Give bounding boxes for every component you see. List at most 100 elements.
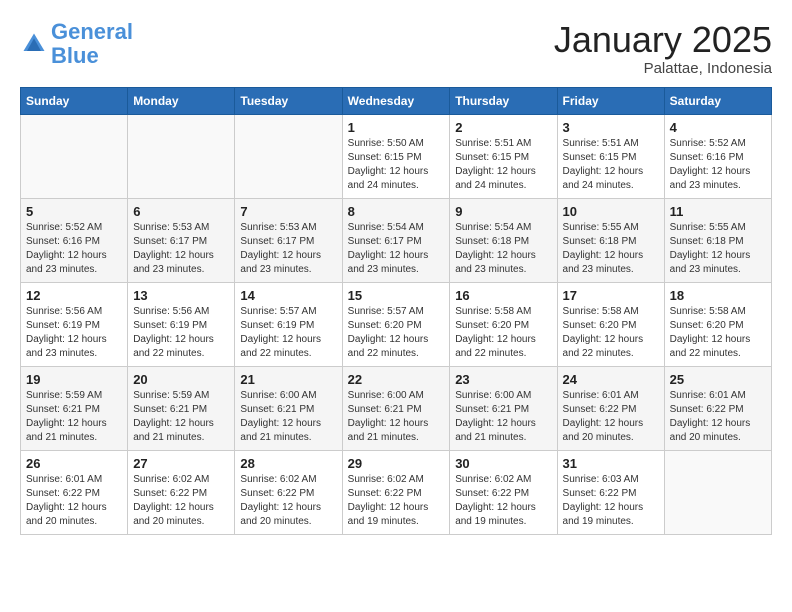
calendar-cell: 1 Sunrise: 5:50 AM Sunset: 6:15 PM Daylig… xyxy=(342,114,450,198)
day-number: 23 xyxy=(455,372,551,387)
day-number: 12 xyxy=(26,288,122,303)
day-number: 13 xyxy=(133,288,229,303)
day-info: Sunrise: 6:02 AM Sunset: 6:22 PM Dayligh… xyxy=(240,473,336,529)
day-number: 7 xyxy=(240,204,336,219)
logo-icon xyxy=(20,30,48,58)
day-info: Sunrise: 6:00 AM Sunset: 6:21 PM Dayligh… xyxy=(240,389,336,445)
logo-text: General Blue xyxy=(51,20,133,68)
calendar-cell: 9 Sunrise: 5:54 AM Sunset: 6:18 PM Daylig… xyxy=(450,198,557,282)
day-info: Sunrise: 6:01 AM Sunset: 6:22 PM Dayligh… xyxy=(670,389,766,445)
calendar-cell: 7 Sunrise: 5:53 AM Sunset: 6:17 PM Daylig… xyxy=(235,198,342,282)
day-number: 15 xyxy=(348,288,445,303)
day-number: 22 xyxy=(348,372,445,387)
day-number: 8 xyxy=(348,204,445,219)
calendar-cell: 24Sunrise: 6:01 AM Sunset: 6:22 PM Dayli… xyxy=(557,366,664,450)
calendar-cell: 28Sunrise: 6:02 AM Sunset: 6:22 PM Dayli… xyxy=(235,450,342,534)
day-number: 16 xyxy=(455,288,551,303)
day-info: Sunrise: 5:58 AM Sunset: 6:20 PM Dayligh… xyxy=(563,305,659,361)
day-number: 18 xyxy=(670,288,766,303)
calendar-cell: 16 Sunrise: 5:58 AM Sunset: 6:20 PM Dayli… xyxy=(450,282,557,366)
weekday-header-thursday: Thursday xyxy=(450,87,557,114)
day-number: 17 xyxy=(563,288,659,303)
calendar-cell: 3Sunrise: 5:51 AM Sunset: 6:15 PM Daylig… xyxy=(557,114,664,198)
day-info: Sunrise: 5:54 AM Sunset: 6:18 PM Dayligh… xyxy=(455,221,551,277)
day-info: Sunrise: 5:50 AM Sunset: 6:15 PM Dayligh… xyxy=(348,137,445,193)
day-info: Sunrise: 5:51 AM Sunset: 6:15 PM Dayligh… xyxy=(563,137,659,193)
calendar-cell: 21 Sunrise: 6:00 AM Sunset: 6:21 PM Dayli… xyxy=(235,366,342,450)
day-number: 11 xyxy=(670,204,766,219)
calendar-body: 1 Sunrise: 5:50 AM Sunset: 6:15 PM Daylig… xyxy=(21,114,772,534)
day-info: Sunrise: 5:56 AM Sunset: 6:19 PM Dayligh… xyxy=(133,305,229,361)
day-info: Sunrise: 5:53 AM Sunset: 6:17 PM Dayligh… xyxy=(133,221,229,277)
logo-general: General xyxy=(51,19,133,44)
calendar-cell: 14 Sunrise: 5:57 AM Sunset: 6:19 PM Dayli… xyxy=(235,282,342,366)
day-info: Sunrise: 5:55 AM Sunset: 6:18 PM Dayligh… xyxy=(670,221,766,277)
weekday-header-wednesday: Wednesday xyxy=(342,87,450,114)
day-info: Sunrise: 5:52 AM Sunset: 6:16 PM Dayligh… xyxy=(26,221,122,277)
day-info: Sunrise: 6:02 AM Sunset: 6:22 PM Dayligh… xyxy=(455,473,551,529)
calendar-cell: 6 Sunrise: 5:53 AM Sunset: 6:17 PM Daylig… xyxy=(128,198,235,282)
logo-blue: Blue xyxy=(51,43,99,68)
calendar-cell xyxy=(235,114,342,198)
day-number: 24 xyxy=(563,372,659,387)
day-info: Sunrise: 5:58 AM Sunset: 6:20 PM Dayligh… xyxy=(455,305,551,361)
day-number: 4 xyxy=(670,120,766,135)
day-number: 27 xyxy=(133,456,229,471)
calendar-cell: 29Sunrise: 6:02 AM Sunset: 6:22 PM Dayli… xyxy=(342,450,450,534)
calendar-cell: 17 Sunrise: 5:58 AM Sunset: 6:20 PM Dayli… xyxy=(557,282,664,366)
day-number: 2 xyxy=(455,120,551,135)
day-info: Sunrise: 5:57 AM Sunset: 6:19 PM Dayligh… xyxy=(240,305,336,361)
day-info: Sunrise: 6:01 AM Sunset: 6:22 PM Dayligh… xyxy=(26,473,122,529)
day-number: 29 xyxy=(348,456,445,471)
day-info: Sunrise: 5:59 AM Sunset: 6:21 PM Dayligh… xyxy=(133,389,229,445)
calendar-cell: 4 Sunrise: 5:52 AM Sunset: 6:16 PM Daylig… xyxy=(664,114,771,198)
calendar-cell: 25Sunrise: 6:01 AM Sunset: 6:22 PM Dayli… xyxy=(664,366,771,450)
calendar-title: January 2025 xyxy=(554,20,772,60)
weekday-header-friday: Friday xyxy=(557,87,664,114)
calendar-cell: 18Sunrise: 5:58 AM Sunset: 6:20 PM Dayli… xyxy=(664,282,771,366)
day-info: Sunrise: 5:57 AM Sunset: 6:20 PM Dayligh… xyxy=(348,305,445,361)
day-number: 6 xyxy=(133,204,229,219)
day-number: 14 xyxy=(240,288,336,303)
calendar-week-5: 26Sunrise: 6:01 AM Sunset: 6:22 PM Dayli… xyxy=(21,450,772,534)
weekday-header-sunday: Sunday xyxy=(21,87,128,114)
calendar-table: SundayMondayTuesdayWednesdayThursdayFrid… xyxy=(20,87,772,535)
day-info: Sunrise: 5:52 AM Sunset: 6:16 PM Dayligh… xyxy=(670,137,766,193)
calendar-cell: 19 Sunrise: 5:59 AM Sunset: 6:21 PM Dayli… xyxy=(21,366,128,450)
weekday-header-row: SundayMondayTuesdayWednesdayThursdayFrid… xyxy=(21,87,772,114)
day-info: Sunrise: 5:51 AM Sunset: 6:15 PM Dayligh… xyxy=(455,137,551,193)
calendar-cell: 11 Sunrise: 5:55 AM Sunset: 6:18 PM Dayli… xyxy=(664,198,771,282)
day-info: Sunrise: 6:00 AM Sunset: 6:21 PM Dayligh… xyxy=(348,389,445,445)
calendar-cell: 15 Sunrise: 5:57 AM Sunset: 6:20 PM Dayli… xyxy=(342,282,450,366)
calendar-week-3: 12 Sunrise: 5:56 AM Sunset: 6:19 PM Dayli… xyxy=(21,282,772,366)
calendar-cell: 20Sunrise: 5:59 AM Sunset: 6:21 PM Dayli… xyxy=(128,366,235,450)
day-info: Sunrise: 5:54 AM Sunset: 6:17 PM Dayligh… xyxy=(348,221,445,277)
weekday-header-saturday: Saturday xyxy=(664,87,771,114)
day-info: Sunrise: 5:59 AM Sunset: 6:21 PM Dayligh… xyxy=(26,389,122,445)
calendar-cell: 13 Sunrise: 5:56 AM Sunset: 6:19 PM Dayli… xyxy=(128,282,235,366)
calendar-week-1: 1 Sunrise: 5:50 AM Sunset: 6:15 PM Daylig… xyxy=(21,114,772,198)
day-info: Sunrise: 5:56 AM Sunset: 6:19 PM Dayligh… xyxy=(26,305,122,361)
day-number: 30 xyxy=(455,456,551,471)
weekday-header-tuesday: Tuesday xyxy=(235,87,342,114)
day-number: 31 xyxy=(563,456,659,471)
calendar-subtitle: Palattae, Indonesia xyxy=(554,60,772,77)
day-info: Sunrise: 6:02 AM Sunset: 6:22 PM Dayligh… xyxy=(133,473,229,529)
day-number: 19 xyxy=(26,372,122,387)
day-info: Sunrise: 5:53 AM Sunset: 6:17 PM Dayligh… xyxy=(240,221,336,277)
calendar-cell: 12 Sunrise: 5:56 AM Sunset: 6:19 PM Dayli… xyxy=(21,282,128,366)
calendar-week-4: 19 Sunrise: 5:59 AM Sunset: 6:21 PM Dayli… xyxy=(21,366,772,450)
title-block: January 2025 Palattae, Indonesia xyxy=(554,20,772,77)
page-header: General Blue January 2025 Palattae, Indo… xyxy=(20,20,772,77)
logo: General Blue xyxy=(20,20,133,68)
calendar-cell: 2 Sunrise: 5:51 AM Sunset: 6:15 PM Daylig… xyxy=(450,114,557,198)
day-info: Sunrise: 5:55 AM Sunset: 6:18 PM Dayligh… xyxy=(563,221,659,277)
calendar-cell: 22 Sunrise: 6:00 AM Sunset: 6:21 PM Dayli… xyxy=(342,366,450,450)
calendar-cell xyxy=(128,114,235,198)
calendar-cell: 10Sunrise: 5:55 AM Sunset: 6:18 PM Dayli… xyxy=(557,198,664,282)
day-number: 21 xyxy=(240,372,336,387)
day-number: 9 xyxy=(455,204,551,219)
calendar-cell: 5Sunrise: 5:52 AM Sunset: 6:16 PM Daylig… xyxy=(21,198,128,282)
calendar-cell: 23Sunrise: 6:00 AM Sunset: 6:21 PM Dayli… xyxy=(450,366,557,450)
day-number: 1 xyxy=(348,120,445,135)
